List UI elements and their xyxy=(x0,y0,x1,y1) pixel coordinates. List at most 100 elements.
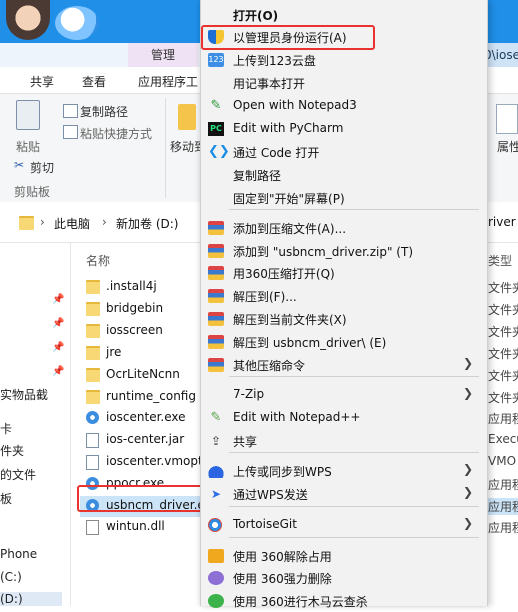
nav-item[interactable]: 的文件 xyxy=(0,466,36,483)
nav-item-selected[interactable]: (D:) xyxy=(0,592,62,606)
column-header-type[interactable]: 类型 xyxy=(488,252,512,269)
menu-item[interactable]: ➤ 通过WPS发送 ❯ xyxy=(201,483,487,505)
ribbon-divider xyxy=(165,98,166,198)
chevron-right-icon: ❯ xyxy=(462,485,473,499)
tab-app-tools[interactable]: 应用程序工 xyxy=(138,73,198,90)
menu-item-label: 固定到"开始"屏幕(P) xyxy=(233,192,345,206)
nav-item[interactable]: Phone xyxy=(0,547,37,561)
pin-icon: 📌 xyxy=(52,294,65,305)
pin-icon: 📌 xyxy=(52,366,65,377)
menu-item[interactable]: 添加到压缩文件(A)... xyxy=(201,217,487,239)
pin-button[interactable]: 粘贴 xyxy=(16,138,40,155)
nav-item[interactable]: (C:) xyxy=(0,570,22,584)
tab-share[interactable]: 共享 xyxy=(30,73,54,90)
menu-item-label: 其他压缩命令 xyxy=(233,359,306,373)
column-header-name[interactable]: 名称 xyxy=(86,252,110,269)
menu-item[interactable]: 7-Zip ❯ xyxy=(201,384,487,406)
menu-item[interactable]: 复制路径 xyxy=(201,164,487,186)
menu-item[interactable]: 添加到 "usbncm_driver.zip" (T) xyxy=(201,240,487,262)
file-type-cell: 应用程 xyxy=(488,521,518,535)
menu-item[interactable]: ✎ Open with Notepad3 xyxy=(201,95,487,117)
menu-item-label: 使用 360强力删除 xyxy=(233,572,332,586)
menu-item[interactable]: 解压到当前文件夹(X) xyxy=(201,308,487,330)
menu-item-label: 7-Zip xyxy=(233,387,265,401)
menu-item[interactable]: 打开(O) xyxy=(201,4,487,26)
breadcrumb-drive-d[interactable]: 新加卷 (D:) xyxy=(116,215,178,232)
file-name: OcrLiteNcnn xyxy=(106,367,180,381)
menu-item[interactable]: 上传或同步到WPS ❯ xyxy=(201,460,487,482)
menu-item-label: 添加到 "usbncm_driver.zip" (T) xyxy=(233,245,413,259)
menu-item-label: 用记事本打开 xyxy=(233,77,306,91)
menu-item[interactable]: 解压到(F)... xyxy=(201,285,487,307)
file-type-cell: 文件夹 xyxy=(488,325,518,339)
move-to-button[interactable]: 移动到 xyxy=(170,138,200,155)
file-row[interactable]: jre xyxy=(80,343,205,364)
notepad3-icon: ✎ xyxy=(210,98,222,113)
menu-item[interactable]: 解压到 usbncm_driver\ (E) xyxy=(201,331,487,353)
breadcrumb-this-pc[interactable]: 此电脑 xyxy=(54,215,90,232)
file-row[interactable]: ioscenter.vmopt xyxy=(80,452,205,473)
file-row[interactable]: iosscreen xyxy=(80,321,205,342)
menu-item[interactable]: 固定到"开始"屏幕(P) xyxy=(201,187,487,209)
archive-icon xyxy=(208,244,224,258)
menu-item-label: 复制路径 xyxy=(233,169,282,183)
properties-icon xyxy=(496,104,518,134)
copy-path-icon xyxy=(63,104,78,118)
avatar-icon xyxy=(6,0,50,40)
clipboard-icon[interactable] xyxy=(16,100,40,130)
file-row[interactable]: .install4j xyxy=(80,277,205,298)
file-row[interactable]: OcrLiteNcnn xyxy=(80,365,205,386)
menu-item[interactable]: 123 上传到123云盘 xyxy=(201,49,487,71)
file-row[interactable]: runtime_config xyxy=(80,387,205,408)
tab-view[interactable]: 查看 xyxy=(82,73,106,90)
menu-item-label: Edit with PyCharm xyxy=(233,121,344,135)
archive-icon xyxy=(208,335,224,349)
paste-shortcut-button[interactable]: 粘贴快捷方式 xyxy=(80,125,152,142)
menu-item[interactable]: 用360压缩打开(Q) xyxy=(201,262,487,284)
menu-item[interactable]: PC Edit with PyCharm xyxy=(201,118,487,140)
file-name: bridgebin xyxy=(106,301,164,315)
file-row[interactable]: ios-center.jar xyxy=(80,430,205,451)
file-row[interactable]: bridgebin xyxy=(80,299,205,320)
menu-item[interactable]: 使用 360解除占用 xyxy=(201,545,487,567)
nav-item[interactable]: 实物品截 xyxy=(0,386,48,403)
cloud-123-icon: 123 xyxy=(208,53,224,67)
properties-button[interactable]: 属性 xyxy=(497,138,518,155)
file-row[interactable]: ioscenter.exe xyxy=(80,408,205,429)
nav-item[interactable]: 卡 xyxy=(0,420,12,437)
pin-icon: 📌 xyxy=(52,318,65,329)
file-name: wintun.dll xyxy=(106,519,165,533)
menu-item[interactable]: 使用 360进行木马云查杀 xyxy=(201,590,487,612)
file-type-cell: 文件夹 xyxy=(488,281,518,295)
file-type-cell: Execu xyxy=(488,432,518,446)
pin-icon: 📌 xyxy=(52,342,65,353)
nav-item[interactable]: 件夹 xyxy=(0,442,24,459)
menu-item[interactable]: ✎ Edit with Notepad++ xyxy=(201,407,487,429)
folder-icon xyxy=(86,280,100,294)
doc-icon xyxy=(86,433,99,448)
address-tail: river xyxy=(488,215,516,229)
cut-button[interactable]: 剪切 xyxy=(30,159,54,176)
delete-360-icon xyxy=(208,571,224,585)
menu-item-label: TortoiseGit xyxy=(233,517,297,531)
dll-icon xyxy=(86,520,99,535)
archive-icon xyxy=(208,289,224,303)
file-type-cell: VMO xyxy=(488,454,517,468)
tab-manage[interactable]: 管理 xyxy=(128,43,198,67)
folder-icon xyxy=(19,216,34,230)
wps-cloud-icon xyxy=(208,464,224,478)
menu-item[interactable]: TortoiseGit ❯ xyxy=(201,514,487,536)
menu-item-label: 用360压缩打开(Q) xyxy=(233,267,335,281)
menu-item-label: Open with Notepad3 xyxy=(233,98,357,112)
menu-item[interactable]: 用记事本打开 xyxy=(201,72,487,94)
menu-item[interactable]: 使用 360强力删除 xyxy=(201,567,487,589)
menu-item[interactable]: ❮❯ 通过 Code 打开 xyxy=(201,141,487,163)
menu-item-label: 添加到压缩文件(A)... xyxy=(233,222,347,236)
file-row[interactable]: wintun.dll xyxy=(80,517,205,538)
nav-item[interactable]: 板 xyxy=(0,490,12,507)
menu-item[interactable]: ⇪ 共享 xyxy=(201,430,487,452)
copy-path-button[interactable]: 复制路径 xyxy=(80,103,128,120)
menu-separator xyxy=(229,537,479,538)
paste-shortcut-icon xyxy=(63,125,78,139)
menu-item[interactable]: 其他压缩命令 ❯ xyxy=(201,354,487,376)
